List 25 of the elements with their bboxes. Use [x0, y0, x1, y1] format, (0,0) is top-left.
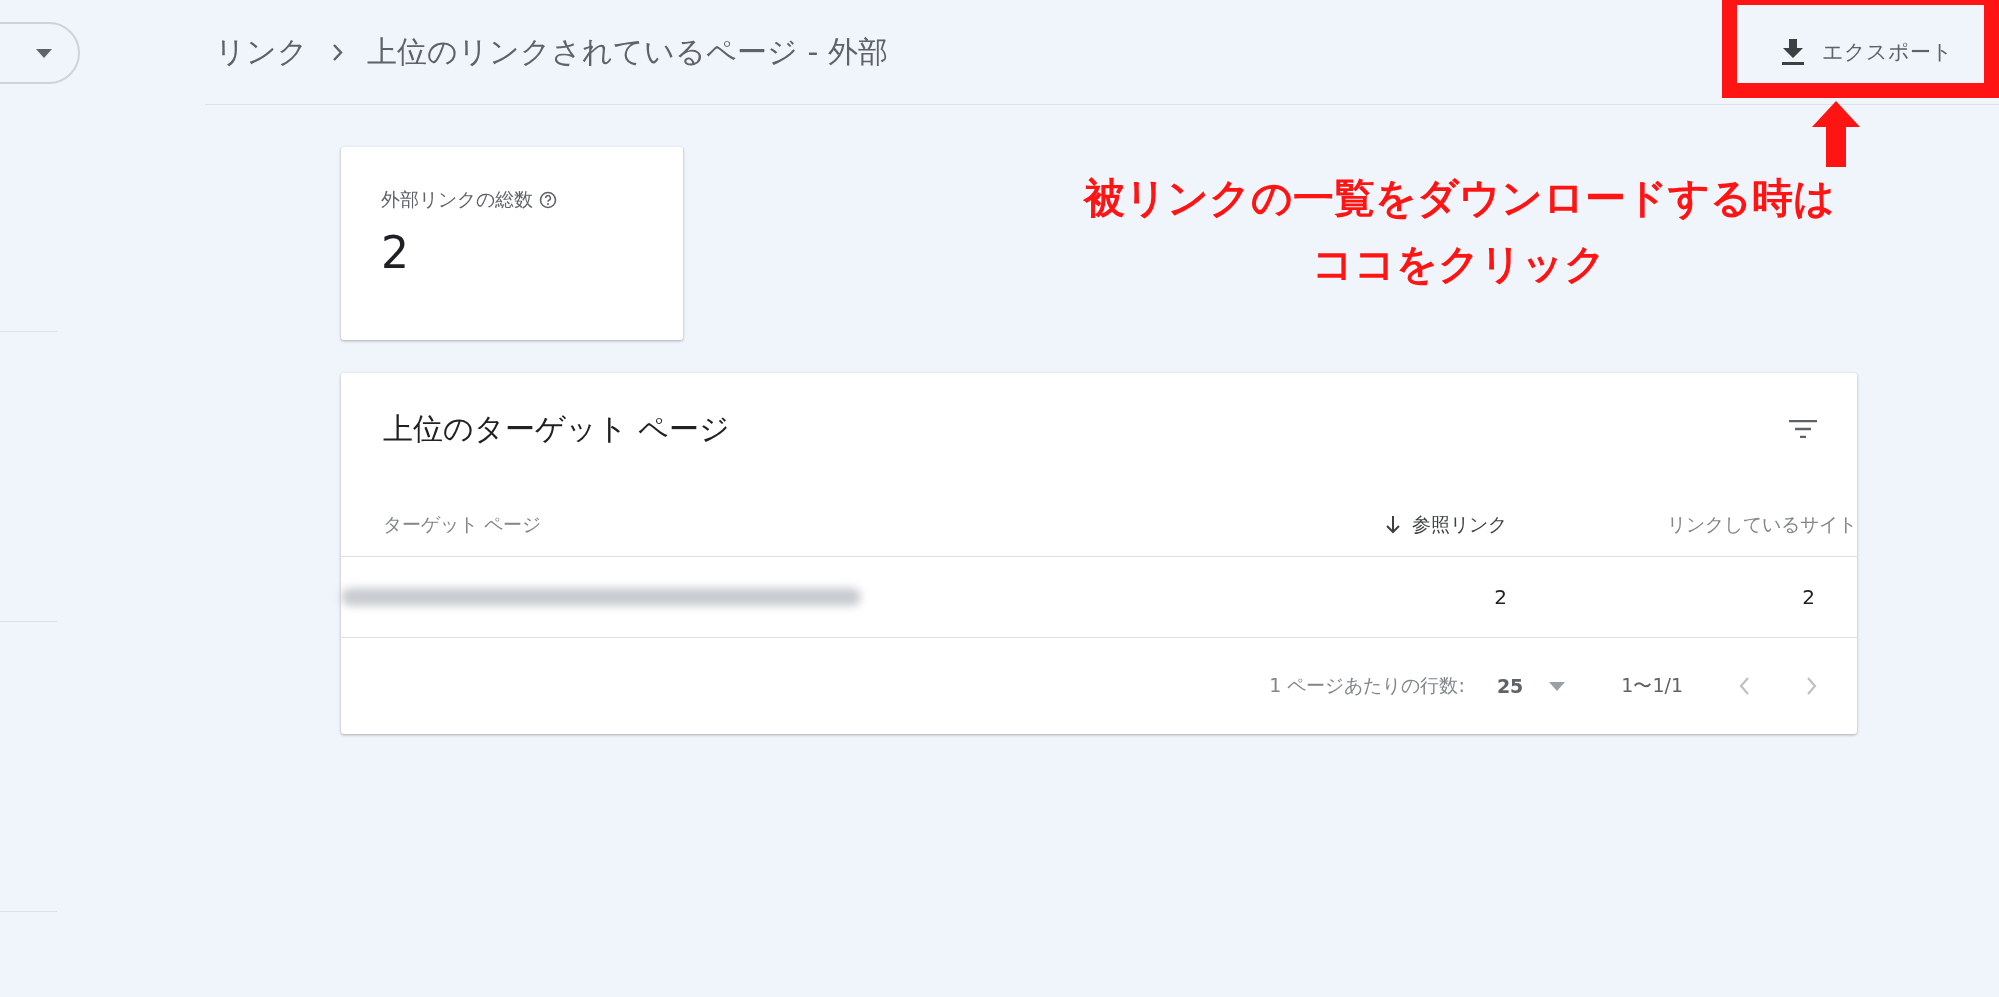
annotation-text: 被リンクの一覧をダウンロードする時は ココをクリック — [1082, 173, 1836, 290]
help-icon[interactable] — [539, 191, 557, 209]
caret-icon[interactable] — [1549, 681, 1566, 691]
table-title: 上位のターゲット ページ — [383, 409, 730, 448]
previous-page-icon[interactable] — [1739, 677, 1750, 695]
column-header[interactable]: リンクしているサイト — [1507, 457, 1857, 557]
filter-icon[interactable] — [1789, 420, 1817, 438]
caret-icon — [36, 48, 52, 58]
download-icon — [1782, 38, 1804, 66]
table-cell: 2 — [1494, 585, 1507, 609]
table-cell: 2 — [1802, 585, 1815, 609]
export-button[interactable]: エクスポート — [1776, 30, 1959, 74]
column-header[interactable]: 参照リンク — [1247, 457, 1507, 557]
card-label: 外部リンクの総数 — [381, 187, 533, 212]
sort-down-icon — [1386, 515, 1400, 534]
column-header[interactable]: ターゲット ページ — [341, 457, 1247, 557]
up-arrow-icon — [1812, 101, 1860, 167]
rows-per-page-label: 1 ページあたりの行数: — [1269, 673, 1465, 698]
next-page-icon[interactable] — [1806, 677, 1817, 695]
breadcrumb-link[interactable]: リンク — [215, 31, 308, 73]
page-range: 1〜1/1 — [1621, 673, 1683, 698]
card-value: 2 — [381, 227, 410, 278]
chevron-right-icon — [332, 43, 343, 61]
page-title: 上位のリンクされているページ - 外部 — [367, 32, 888, 71]
rows-per-page-select[interactable]: 25 — [1496, 675, 1524, 697]
